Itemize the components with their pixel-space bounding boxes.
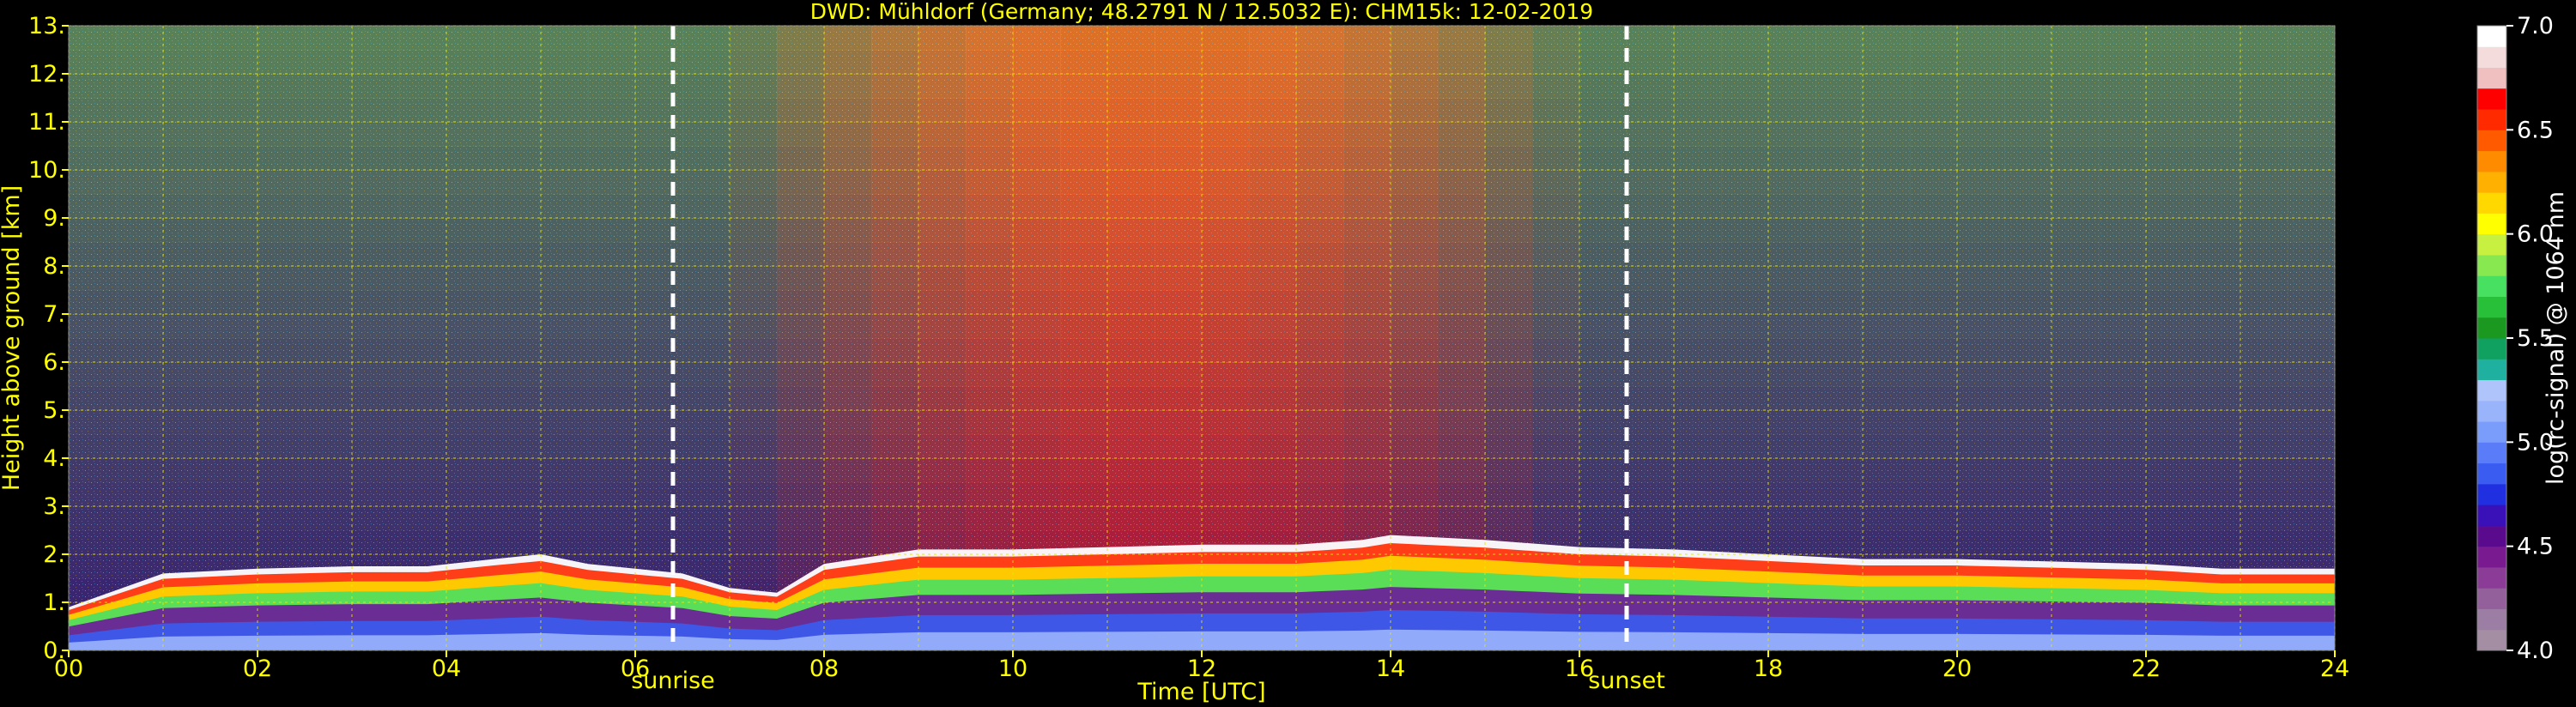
y-tick-label: 3. [43,493,65,520]
colorbar-swatch [2477,130,2506,152]
colorbar-swatch [2477,421,2506,443]
colorbar-swatch [2477,588,2506,609]
colorbar-swatch [2477,317,2506,339]
colorbar-swatch [2477,525,2506,547]
x-tick-label: 10 [998,656,1027,682]
colorbar-swatch [2477,233,2506,256]
x-tick-label: 24 [2320,656,2349,682]
chart-title: DWD: Mühldorf (Germany; 48.2791 N / 12.5… [810,0,1593,24]
y-tick-label: 6. [43,349,65,376]
colorbar-swatch [2477,171,2506,193]
colorbar-tick-label: 4.5 [2517,534,2554,560]
colorbar-tick-label: 6.5 [2517,117,2554,143]
colorbar-swatch [2477,505,2506,526]
colorbar-swatch [2477,275,2506,297]
y-tick-label: 12. [28,61,65,88]
x-axis-label: Time [UTC] [1136,679,1265,705]
y-tick-label: 0. [43,638,65,664]
event-label: sunset [1588,668,1665,694]
colorbar-swatch [2477,359,2506,381]
colorbar-swatch [2477,46,2506,69]
colorbar-swatch [2477,338,2506,360]
colorbar-label: log(rc-signal) @ 1064 nm [2543,191,2569,485]
y-tick-label: 10. [28,157,65,184]
x-tick-label: 06 [621,656,650,682]
y-tick-label: 11. [28,109,65,136]
plot-area: sunrise sunset [68,25,2336,694]
y-tick-label: 4. [43,445,65,472]
colorbar-swatch [2477,483,2506,505]
colorbar-swatch [2477,67,2506,89]
x-tick-label: 18 [1754,656,1783,682]
colorbar-swatch [2477,442,2506,464]
colorbar-swatch [2477,213,2506,235]
lidar-chart: sunrise sunset 00 02 04 06 08 10 12 14 16 18 20 22 24… [0,0,2569,705]
colorbar-swatch [2477,192,2506,214]
y-tick-label: 7. [43,301,65,328]
colorbar-swatch [2477,608,2506,631]
colorbar-tick-label: 7.0 [2517,13,2554,39]
x-tick-label: 16 [1565,656,1594,682]
x-tick-label: 02 [243,656,272,682]
y-tick-label: 2. [43,541,65,568]
colorbar-swatch [2477,296,2506,318]
colorbar-swatch [2477,379,2506,402]
y-axis: 0. 1. 2. 3. 4. 5. 6. 7. 8. 9. 10. 11. 12. 13. [28,13,69,664]
colorbar-swatch [2477,26,2506,47]
x-tick-label: 14 [1376,656,1405,682]
colorbar-swatch [2477,462,2506,485]
y-tick-label: 1. [43,589,65,616]
x-tick-label: 08 [809,656,839,682]
colorbar-swatch [2477,88,2506,110]
x-tick-label: 20 [1943,656,1972,682]
colorbar-swatch [2477,546,2506,568]
y-tick-label: 13. [28,13,65,39]
y-tick-label: 5. [43,397,65,424]
colorbar-swatch [2477,150,2506,172]
colorbar-tick-label: 4.0 [2517,638,2554,664]
colorbar-swatch [2477,400,2506,422]
x-tick-label: 04 [432,656,461,682]
y-tick-label: 8. [43,253,65,280]
x-axis: 00 02 04 06 08 10 12 14 16 18 20 22 24 [54,650,2349,682]
y-axis-label: Height above ground [km] [0,185,25,491]
colorbar-swatch [2477,566,2506,589]
x-tick-label: 22 [2131,656,2161,682]
colorbar-swatch [2477,629,2506,651]
y-tick-label: 9. [43,205,65,232]
colorbar-swatch [2477,254,2506,276]
colorbar-swatch [2477,109,2506,130]
